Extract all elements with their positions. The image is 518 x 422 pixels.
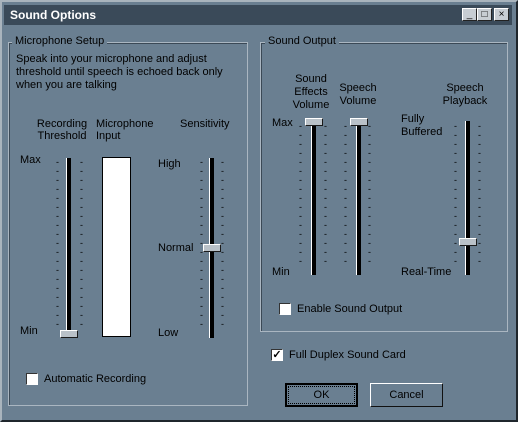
microphone-input-meter [102,157,131,337]
speech-ticks-right: ---------------- [368,121,371,266]
mic-instructions-line-2: threshold until speech is echoed back on… [16,66,223,78]
speech-volume-slider-track[interactable] [356,121,361,275]
speech-playback-label: Speech Playback [442,82,488,107]
fully-buffered-label: Fully Buffered [401,113,443,138]
window-title: Sound Options [10,8,96,22]
close-button[interactable]: × [494,8,509,21]
microphone-setup-title: Microphone Setup [12,35,108,47]
full-duplex-label[interactable]: Full Duplex Sound Card [289,349,406,361]
threshold-ticks-left: ------------------- [56,157,59,329]
enable-sound-output-label[interactable]: Enable Sound Output [297,303,402,315]
effects-ticks-left: ---------------- [299,121,302,266]
effects-ticks-right: ---------------- [324,121,327,266]
effects-slider-thumb[interactable] [305,118,323,126]
automatic-recording-checkbox[interactable] [26,373,38,385]
threshold-ticks-right: ------------------- [80,157,83,329]
cancel-button[interactable]: Cancel [370,383,443,407]
sensitivity-slider-thumb[interactable] [203,244,221,252]
real-time-label: Real-Time [401,266,452,278]
speech-playback-slider-track[interactable] [465,121,470,275]
sensitivity-ticks-right: ------------------- [221,157,224,329]
title-bar[interactable]: Sound Options _ □ × [4,5,512,25]
threshold-slider-thumb[interactable] [60,330,78,338]
output-max-label: Max [272,117,293,129]
automatic-recording-label[interactable]: Automatic Recording [44,373,146,385]
output-min-label: Min [272,266,290,278]
speech-volume-label: Speech Volume [339,82,377,107]
sound-effects-volume-label: Sound Effects Volume [292,73,330,111]
mic-instructions-line-3: when you are talking [16,79,117,91]
enable-sound-output-checkbox[interactable] [279,303,291,315]
speech-playback-slider-thumb[interactable] [459,237,477,246]
playback-ticks-right: ---------------- [478,121,481,266]
effects-slider-track[interactable] [311,121,316,275]
sound-options-window: Sound Options _ □ × Microphone Setup Spe… [0,0,518,422]
sensitivity-normal-label: Normal [158,242,194,254]
sensitivity-high-label: High [158,158,181,170]
microphone-input-label: Microphone Input [96,118,154,142]
speech-volume-slider-thumb[interactable] [350,118,368,126]
mic-instructions-line-1: Speak into your microphone and adjust [16,53,207,65]
sound-output-title: Sound Output [265,35,339,47]
speech-ticks-left: ---------------- [344,121,347,266]
sensitivity-label: Sensitivity [180,118,230,130]
threshold-slider-track[interactable] [66,158,71,338]
minimize-button[interactable]: _ [462,8,477,21]
sensitivity-low-label: Low [158,327,179,339]
recording-threshold-label: Recording Threshold [36,118,88,142]
threshold-max-label: Max [20,154,41,166]
playback-ticks-left: ---------------- [454,121,457,266]
maximize-button[interactable]: □ [477,8,492,21]
ok-button[interactable]: OK [285,383,358,407]
full-duplex-checkbox[interactable]: ✓ [271,349,283,361]
threshold-min-label: Min [20,325,38,337]
